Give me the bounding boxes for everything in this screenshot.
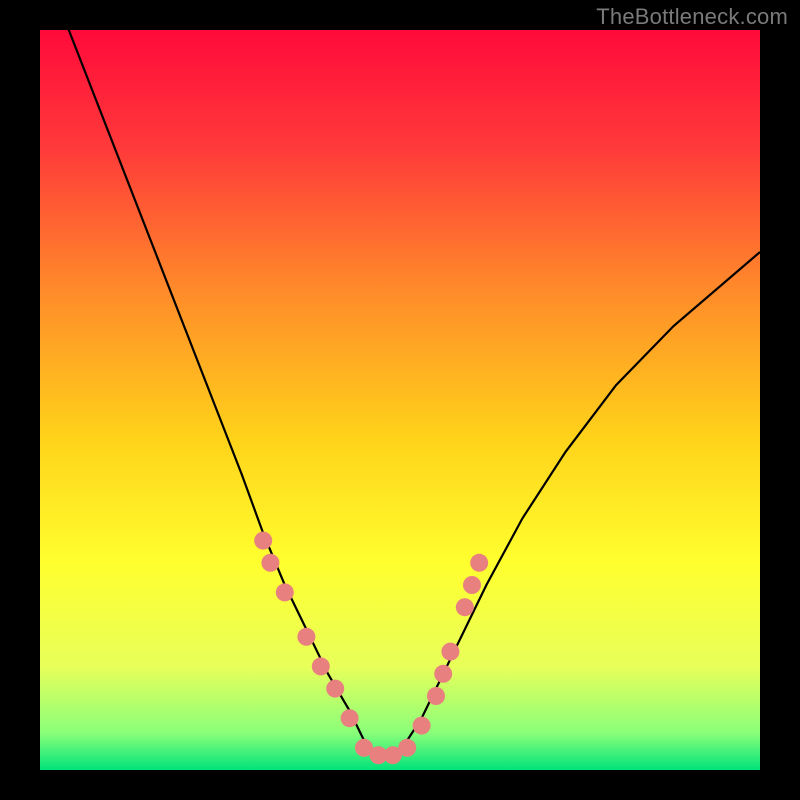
data-marker [434, 665, 452, 683]
data-marker [341, 709, 359, 727]
data-marker [326, 680, 344, 698]
plot-background [40, 30, 760, 770]
data-marker [312, 657, 330, 675]
data-marker [427, 687, 445, 705]
data-marker [441, 643, 459, 661]
data-marker [470, 554, 488, 572]
watermark-label: TheBottleneck.com [596, 4, 788, 30]
data-marker [254, 532, 272, 550]
data-marker [456, 598, 474, 616]
data-marker [398, 739, 416, 757]
data-marker [463, 576, 481, 594]
data-marker [261, 554, 279, 572]
data-marker [276, 583, 294, 601]
data-marker [413, 717, 431, 735]
chart-frame: TheBottleneck.com [0, 0, 800, 800]
data-marker [297, 628, 315, 646]
bottleneck-curve-chart [0, 0, 800, 800]
